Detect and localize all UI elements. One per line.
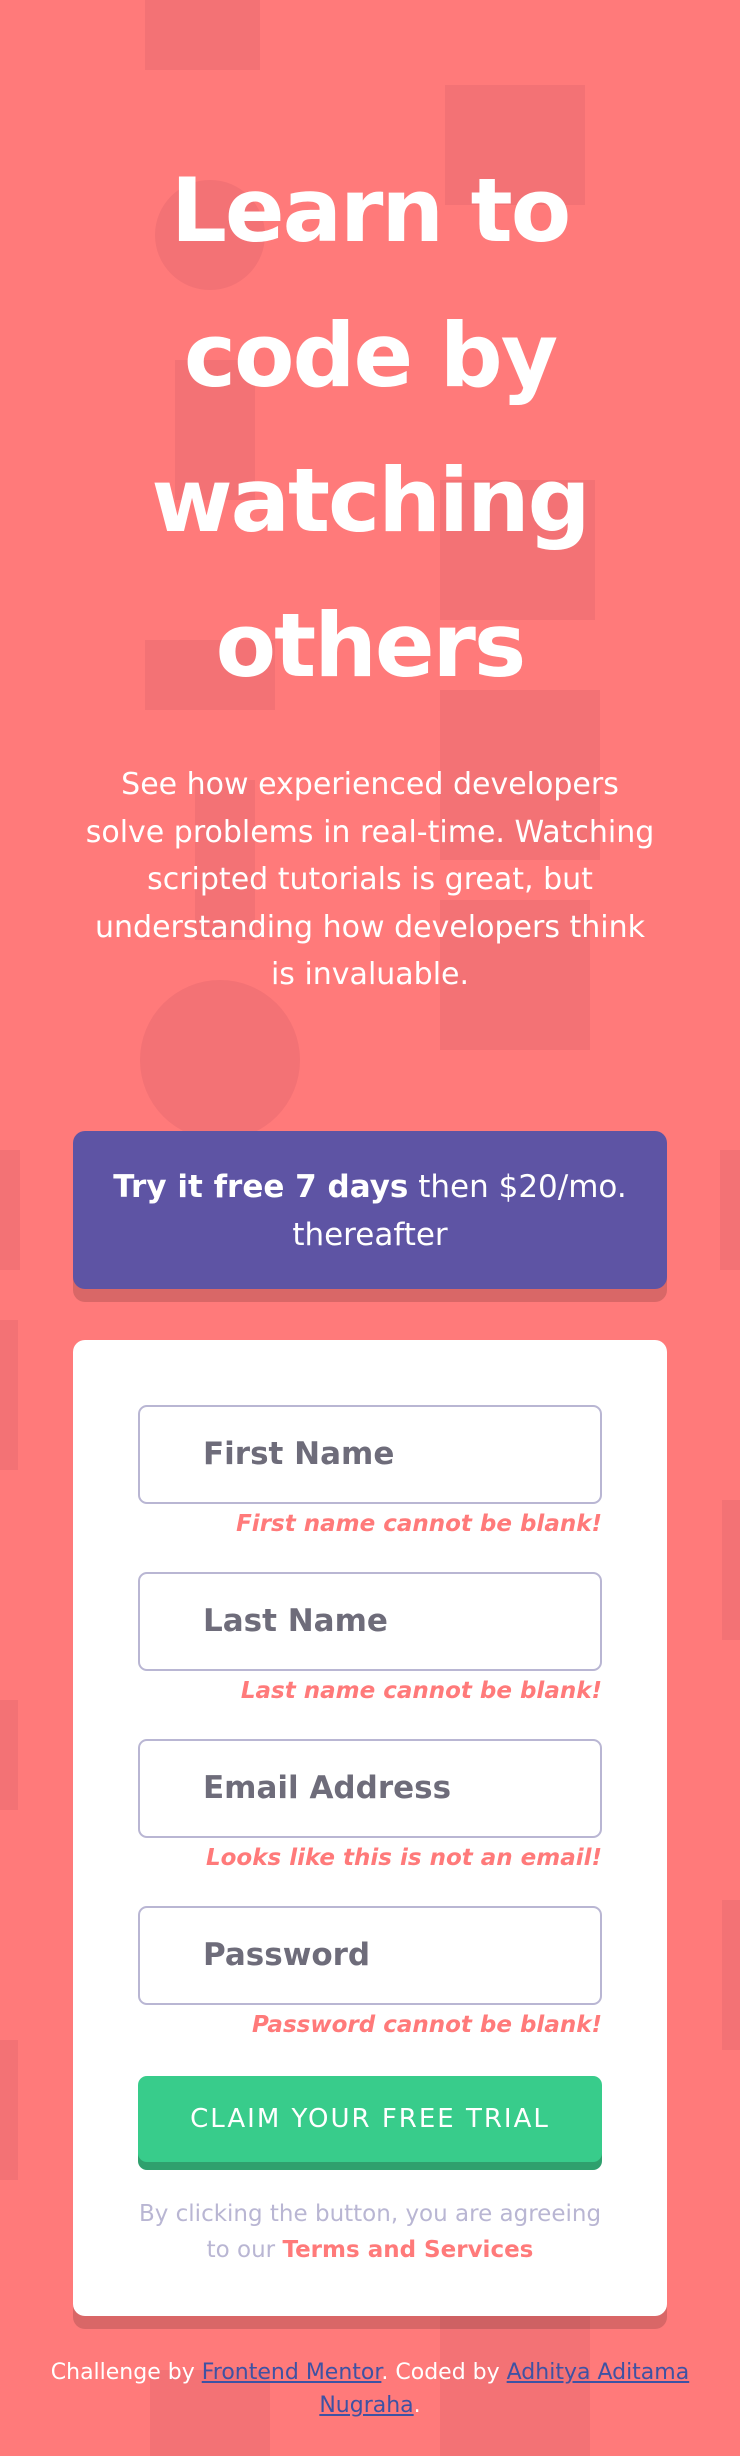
first-name-error: First name cannot be blank! bbox=[236, 1510, 602, 1537]
password-error: Password cannot be blank! bbox=[252, 2011, 602, 2038]
last-name-input[interactable] bbox=[138, 1571, 602, 1671]
page: Learn to code by watching others See how… bbox=[0, 0, 740, 2456]
password-field-group: Password cannot be blank! bbox=[138, 1905, 602, 2073]
terms-text: By clicking the button, you are agreeing… bbox=[138, 2196, 602, 2268]
first-name-input[interactable] bbox=[138, 1404, 602, 1504]
last-name-field-group: Last name cannot be blank! bbox=[138, 1571, 602, 1739]
terms-link[interactable]: Terms and Services bbox=[282, 2237, 533, 2263]
email-field-group: Looks like this is not an email! bbox=[138, 1738, 602, 1906]
first-name-field-group: First name cannot be blank! bbox=[138, 1404, 602, 1572]
offer-banner-bold: Try it free 7 days bbox=[113, 1168, 409, 1205]
email-input[interactable] bbox=[138, 1738, 602, 1838]
password-input[interactable] bbox=[138, 1905, 602, 2005]
hero-subtext: See how experienced developers solve pro… bbox=[85, 767, 655, 992]
claim-free-trial-button[interactable]: CLAIM YOUR FREE TRIAL bbox=[138, 2075, 602, 2162]
hero-headline: Learn to code by watching others bbox=[151, 159, 590, 697]
email-error: Looks like this is not an email! bbox=[205, 1844, 602, 1871]
signup-form: First name cannot be blank! Last name ca… bbox=[73, 1339, 667, 2316]
last-name-error: Last name cannot be blank! bbox=[240, 1677, 602, 1704]
offer-banner: Try it free 7 days then $20/mo. thereaft… bbox=[73, 1130, 667, 1289]
